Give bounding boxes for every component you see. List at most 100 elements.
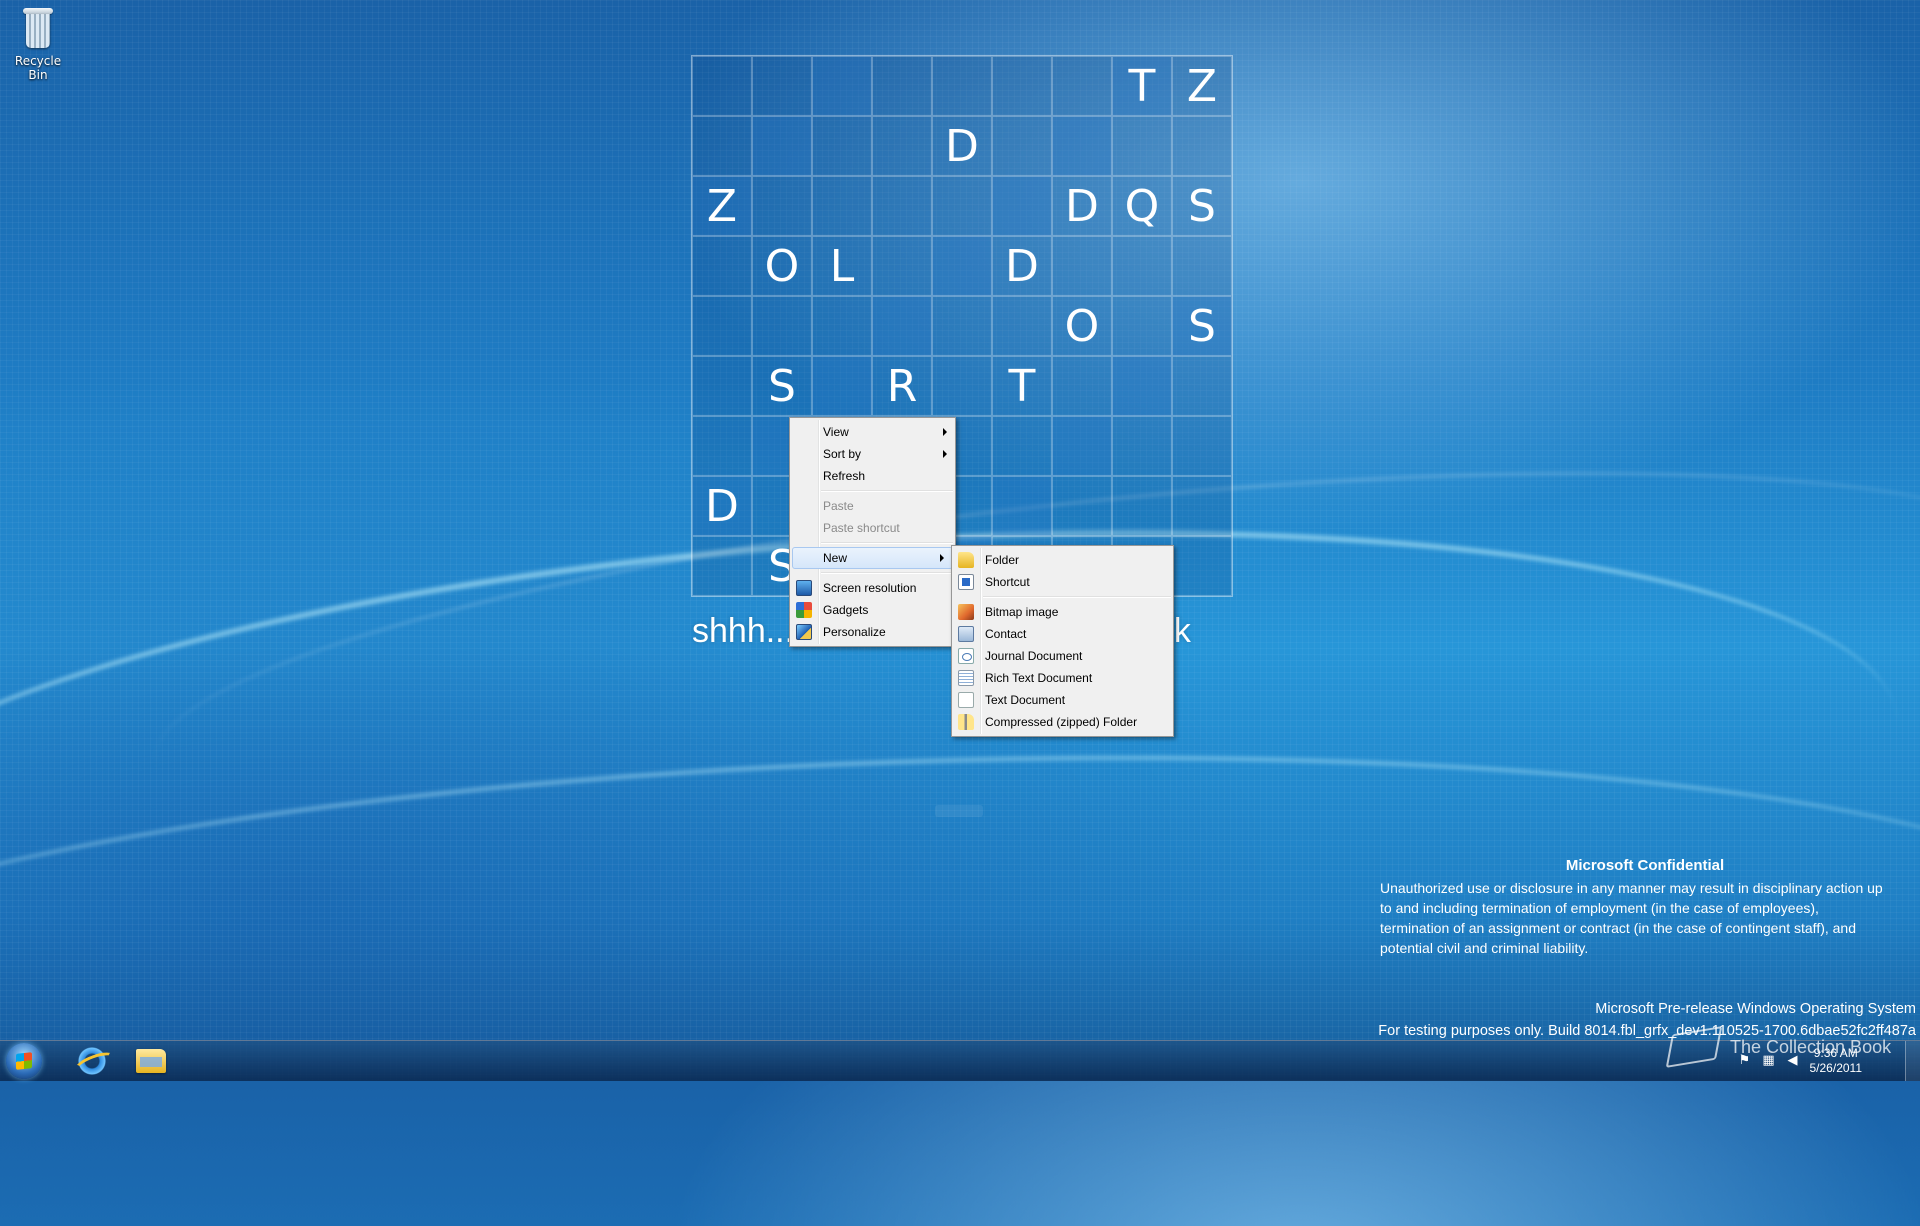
menu-item-label: Paste shortcut <box>823 521 900 535</box>
menu-item-folder[interactable]: Folder <box>952 549 1173 571</box>
menu-item-label: Screen resolution <box>823 581 917 595</box>
board-cell <box>692 116 752 176</box>
board-cell <box>692 56 752 116</box>
board-cell <box>1172 356 1232 416</box>
letter-grid-board: TZDZDQSOLDOSSRTDS <box>691 55 1233 597</box>
board-cell: Z <box>692 176 752 236</box>
board-cell: D <box>992 236 1052 296</box>
board-cell <box>1172 476 1232 536</box>
menu-item-text-document[interactable]: Text Document <box>952 689 1173 711</box>
board-cell <box>872 296 932 356</box>
board-cell: L <box>812 236 872 296</box>
board-cell <box>932 56 992 116</box>
board-cell <box>1172 236 1232 296</box>
menu-item-compressed-zipped-folder[interactable]: Compressed (zipped) Folder <box>952 711 1173 733</box>
menu-item-label: Gadgets <box>823 603 869 617</box>
bitmap-icon <box>958 604 974 620</box>
show-desktop-button[interactable] <box>1905 1041 1920 1081</box>
board-cell <box>992 416 1052 476</box>
menu-separator <box>821 490 953 492</box>
submenu-arrow-icon <box>943 450 947 458</box>
board-cell <box>932 356 992 416</box>
board-cell <box>992 56 1052 116</box>
confidential-line: potential civil and criminal liability. <box>1380 940 1589 956</box>
taskbar-internet-explorer[interactable] <box>62 1043 118 1079</box>
board-cell <box>872 176 932 236</box>
confidential-title: Microsoft Confidential <box>1565 857 1725 874</box>
start-button[interactable] <box>6 1043 42 1079</box>
board-cell <box>752 296 812 356</box>
board-cell <box>1172 416 1232 476</box>
menu-item-label: Bitmap image <box>985 605 1059 619</box>
board-cell <box>812 176 872 236</box>
menu-item-label: Text Document <box>985 693 1066 707</box>
desktop-icon-recycle-bin[interactable]: Recycle Bin <box>6 6 70 82</box>
board-cell: Q <box>1112 176 1172 236</box>
board-cell <box>752 56 812 116</box>
menu-item-bitmap-image[interactable]: Bitmap image <box>952 601 1173 623</box>
personalize-icon <box>796 624 812 640</box>
menu-item-label: Sort by <box>823 447 862 461</box>
menu-item-view[interactable]: View <box>790 421 955 443</box>
board-cell <box>872 56 932 116</box>
folder-icon <box>136 1049 166 1073</box>
menu-item-sort-by[interactable]: Sort by <box>790 443 955 465</box>
screen-resolution-icon <box>796 580 812 596</box>
menu-item-shortcut[interactable]: Shortcut <box>952 571 1173 593</box>
menu-item-journal-document[interactable]: Journal Document <box>952 645 1173 667</box>
board-cell <box>932 236 992 296</box>
menu-separator <box>821 572 953 574</box>
board-cell <box>992 476 1052 536</box>
board-cell <box>1112 236 1172 296</box>
board-cell <box>1052 416 1112 476</box>
menu-item-refresh[interactable]: Refresh <box>790 465 955 487</box>
taskbar: ⚑ ▦ ◀ 9:36 AM 5/26/2011 <box>0 1040 1920 1081</box>
contact-icon <box>958 626 974 642</box>
menu-item-label: New <box>823 551 848 565</box>
menu-item-label: Folder <box>985 553 1020 567</box>
board-cell <box>1172 536 1232 596</box>
text-document-icon <box>958 692 974 708</box>
menu-item-label: View <box>823 425 849 439</box>
board-cell <box>1172 116 1232 176</box>
board-cell <box>872 116 932 176</box>
collection-book-watermark: The Collection Book <box>1665 1026 1892 1068</box>
board-cell <box>992 116 1052 176</box>
menu-item-label: Personalize <box>823 625 886 639</box>
rich-text-icon <box>958 670 974 686</box>
new-submenu: Folder Shortcut Bitmap image Contact Journal… <box>951 545 1174 737</box>
board-cell <box>1112 416 1172 476</box>
menu-item-paste-shortcut: Paste shortcut <box>790 517 955 539</box>
board-cell <box>752 176 812 236</box>
caption-left: shhh... <box>692 612 795 650</box>
menu-item-label: Refresh <box>823 469 866 483</box>
desktop-icon-label: Recycle Bin <box>14 54 62 82</box>
menu-item-screen-resolution[interactable]: Screen resolution <box>790 577 955 599</box>
menu-item-label: Contact <box>985 627 1027 641</box>
desktop-context-menu: View Sort by Refresh Paste Paste shortcut New… <box>789 417 956 647</box>
board-cell: O <box>752 236 812 296</box>
menu-item-label: Paste <box>823 499 854 513</box>
menu-item-contact[interactable]: Contact <box>952 623 1173 645</box>
ie-icon <box>78 1047 106 1075</box>
zip-folder-icon <box>958 714 974 730</box>
taskbar-windows-explorer[interactable] <box>122 1043 178 1079</box>
watermark-text: The Collection Book <box>1730 1036 1892 1057</box>
board-cell <box>992 296 1052 356</box>
board-cell <box>692 536 752 596</box>
board-cell <box>692 356 752 416</box>
menu-separator <box>983 596 1171 598</box>
board-cell <box>812 356 872 416</box>
board-cell <box>812 56 872 116</box>
board-cell <box>692 236 752 296</box>
confidential-line: termination of an assignment or contract… <box>1380 920 1857 936</box>
menu-item-personalize[interactable]: Personalize <box>790 621 955 643</box>
board-cell <box>992 176 1052 236</box>
menu-item-gadgets[interactable]: Gadgets <box>790 599 955 621</box>
menu-item-rich-text-document[interactable]: Rich Text Document <box>952 667 1173 689</box>
menu-item-new[interactable]: New <box>792 547 953 569</box>
faint-wallpaper-mark <box>935 805 983 817</box>
folder-icon <box>958 552 974 568</box>
menu-item-label: Compressed (zipped) Folder <box>985 715 1138 729</box>
board-cell: T <box>1112 56 1172 116</box>
